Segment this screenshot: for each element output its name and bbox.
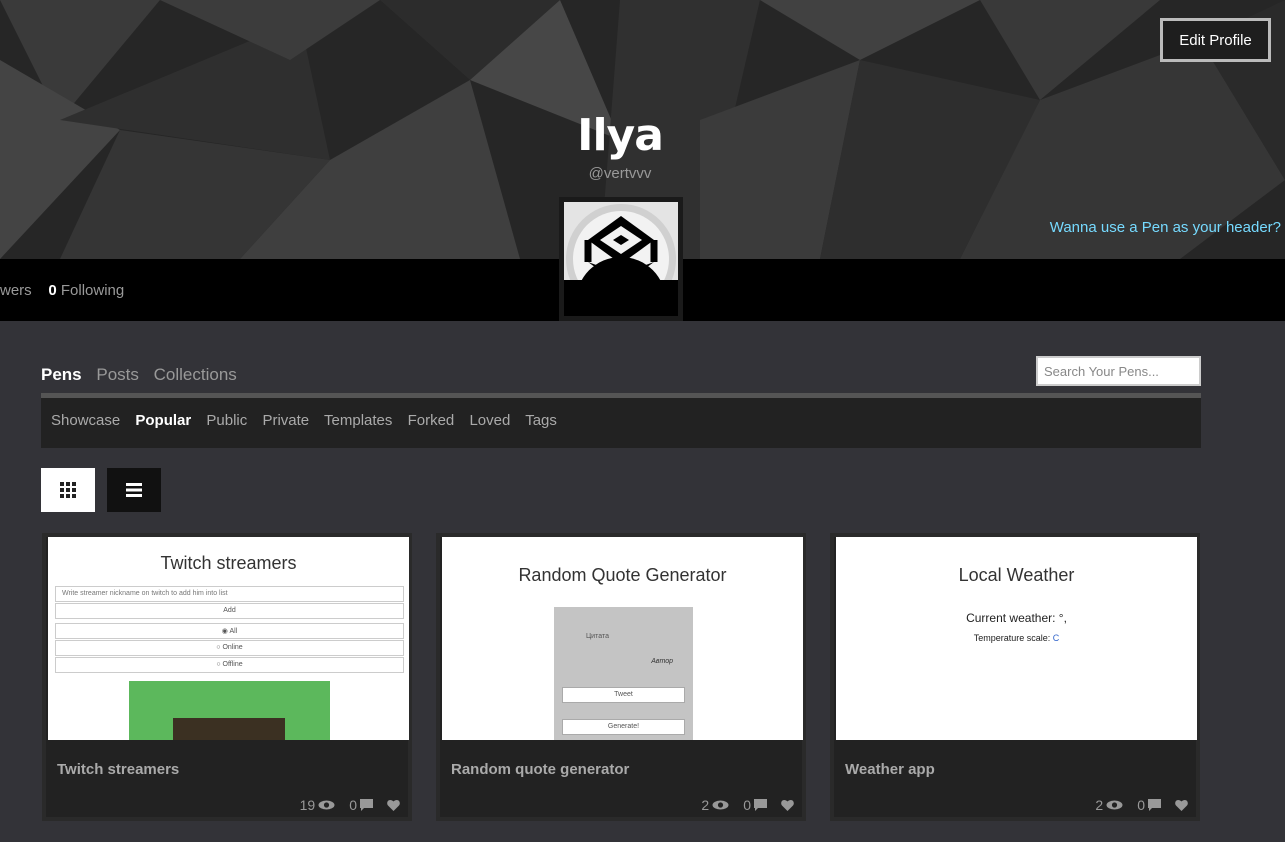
eye-icon [318,800,335,810]
preview-current-weather: Current weather: °, [966,611,1067,625]
grid-icon [60,482,76,498]
preview-input: Write streamer nickname on twitch to add… [55,586,404,602]
comments-stat[interactable]: 0 [743,797,767,813]
list-icon [126,483,142,497]
preview-quote-author: Автор [651,658,673,665]
pen-stats: 19 0 [292,797,400,813]
eye-icon [1106,800,1123,810]
preview-option: ○ Offline [55,657,404,673]
profile-handle: @vertvvv [588,165,652,182]
love-button[interactable] [1175,799,1188,811]
avatar[interactable] [559,197,683,321]
filter-private[interactable]: Private [262,412,309,429]
edit-profile-button[interactable]: Edit Profile [1160,18,1271,62]
comment-icon [360,799,373,811]
filter-forked[interactable]: Forked [408,412,455,429]
preview-generate-button: Generate! [562,719,685,735]
views-stat[interactable]: 2 [1095,797,1123,813]
preview-quote-box: Цитата Автор Tweet Generate! [554,607,693,740]
pen-title[interactable]: Twitch streamers [57,761,179,778]
preview-heading: Local Weather [958,565,1075,585]
grid-view-button[interactable] [41,468,95,512]
pen-title[interactable]: Random quote generator [451,761,629,778]
comment-icon [754,799,767,811]
followers-link[interactable]: wers [0,282,32,299]
pen-preview[interactable]: Local Weather Current weather: °, Temper… [836,537,1197,740]
search-input[interactable] [1036,356,1201,386]
pen-stats: 2 0 [693,797,794,813]
heart-icon [1175,800,1188,811]
filter-loved[interactable]: Loved [469,412,510,429]
pen-card[interactable]: Random Quote Generator Цитата Автор Twee… [436,533,806,821]
preview-stream-image [173,718,285,740]
pen-preview[interactable]: Twitch streamers Write streamer nickname… [48,537,409,740]
love-button[interactable] [781,799,794,811]
filter-public[interactable]: Public [206,412,247,429]
content-tabs: Pens Posts Collections [41,365,247,385]
pen-card[interactable]: Local Weather Current weather: °, Temper… [830,533,1200,821]
filter-subnav: Showcase Popular Public Private Template… [41,398,1201,448]
tab-pens[interactable]: Pens [41,365,82,384]
preview-option: ◉ All [55,623,404,639]
tab-posts[interactable]: Posts [96,365,139,384]
codepen-avatar-icon [564,202,678,316]
preview-heading: Twitch streamers [160,553,297,573]
pen-stats: 2 0 [1087,797,1188,813]
preview-temperature-scale: Temperature scale: C [973,633,1060,643]
list-view-button[interactable] [107,468,161,512]
pen-card[interactable]: Twitch streamers Write streamer nickname… [42,533,412,821]
heart-icon [387,800,400,811]
filter-showcase[interactable]: Showcase [51,412,120,429]
pen-preview[interactable]: Random Quote Generator Цитата Автор Twee… [442,537,803,740]
comment-icon [1148,799,1161,811]
preview-quote-text: Цитата [586,633,609,640]
tab-collections[interactable]: Collections [154,365,237,384]
profile-name: Ilya [577,110,664,161]
filter-popular[interactable]: Popular [135,412,191,429]
following-link[interactable]: Following [61,282,124,299]
preview-option: ○ Online [55,640,404,656]
filter-tags[interactable]: Tags [525,412,557,429]
preview-heading: Random Quote Generator [518,565,727,585]
eye-icon [712,800,729,810]
heart-icon [781,800,794,811]
comments-stat[interactable]: 0 [349,797,373,813]
pen-header-link[interactable]: Wanna use a Pen as your header? [1050,219,1281,236]
preview-add-button: Add [55,603,404,619]
views-stat[interactable]: 19 [300,797,336,813]
following-count[interactable]: 0 [48,282,56,299]
follow-stats: wers 0 Following [0,282,124,299]
pen-title[interactable]: Weather app [845,761,935,778]
comments-stat[interactable]: 0 [1137,797,1161,813]
views-stat[interactable]: 2 [701,797,729,813]
filter-templates[interactable]: Templates [324,412,392,429]
love-button[interactable] [387,799,400,811]
preview-tweet-button: Tweet [562,687,685,703]
